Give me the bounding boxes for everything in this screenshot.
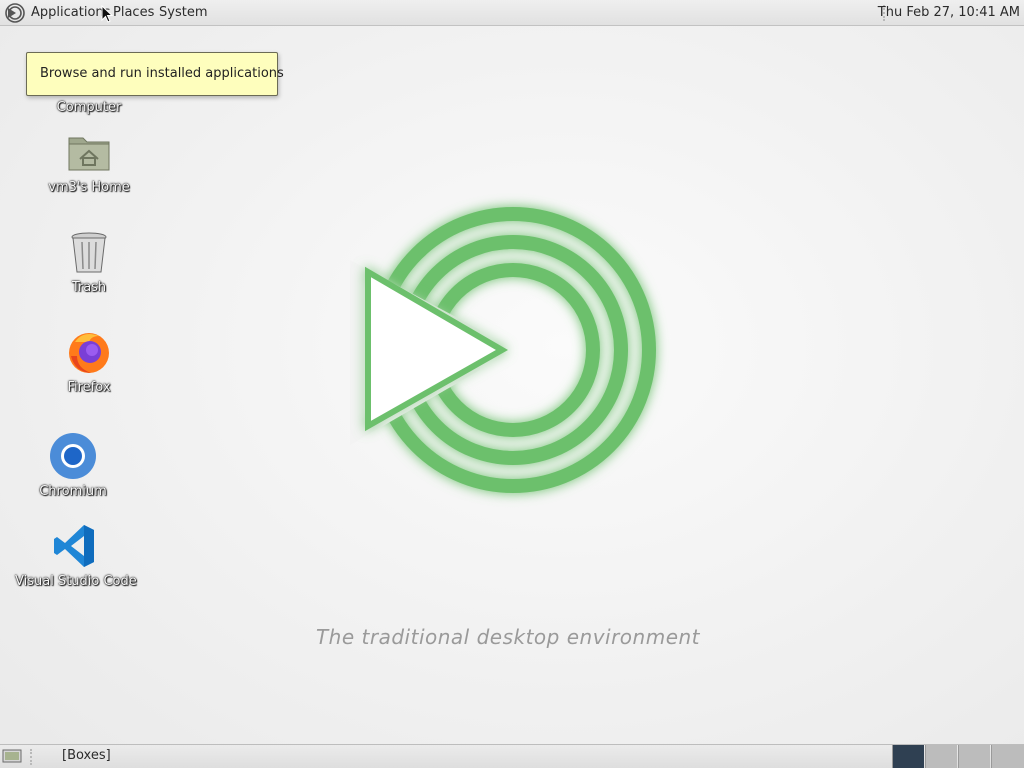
- desktop-icon-label: Chromium: [39, 484, 107, 499]
- menu-system[interactable]: System: [159, 5, 207, 21]
- applications-tooltip: Browse and run installed applications: [26, 52, 284, 96]
- desktop-icon-chromium[interactable]: Chromium: [13, 432, 133, 499]
- workspace-4[interactable]: [991, 745, 1024, 768]
- workspace-1[interactable]: [892, 745, 924, 768]
- clock[interactable]: Thu Feb 27, 10:41 AM: [878, 5, 1020, 21]
- desktop-icon-vscode[interactable]: Visual Studio Code: [15, 522, 137, 589]
- desktop-icon-label: Trash: [71, 280, 107, 295]
- panel-separator: [30, 749, 34, 765]
- mate-logo: [350, 207, 656, 493]
- workspace-2[interactable]: [925, 745, 957, 768]
- firefox-icon: [69, 333, 109, 373]
- menu-places[interactable]: Places: [113, 5, 154, 21]
- wallpaper-tagline: The traditional desktop environment: [315, 625, 701, 649]
- show-desktop-icon[interactable]: [2, 748, 22, 764]
- workspace-3[interactable]: [958, 745, 990, 768]
- menu-applications[interactable]: Applications: [31, 5, 110, 21]
- mate-menu-icon[interactable]: [5, 3, 25, 23]
- desktop-icon-label: vm3's Home: [48, 180, 130, 195]
- mouse-cursor-icon: [101, 5, 113, 23]
- desktop-icon-label: Computer: [56, 100, 122, 115]
- desktop-icon-trash[interactable]: Trash: [29, 228, 149, 295]
- bottom-panel: [Boxes]: [0, 744, 1024, 768]
- trash-icon: [71, 232, 107, 273]
- home-folder-icon: [68, 137, 110, 171]
- desktop-icon-label: Visual Studio Code: [15, 574, 137, 589]
- desktop-icon-label: Firefox: [67, 380, 111, 395]
- desktop-icon-home[interactable]: vm3's Home: [29, 128, 149, 195]
- vscode-icon: [54, 525, 94, 567]
- taskbar-item-boxes[interactable]: [Boxes]: [56, 747, 117, 765]
- chromium-icon: [50, 433, 96, 479]
- top-panel: Applications Places System Thu Feb 27, 1…: [0, 0, 1024, 26]
- desktop-icon-firefox[interactable]: Firefox: [29, 328, 149, 395]
